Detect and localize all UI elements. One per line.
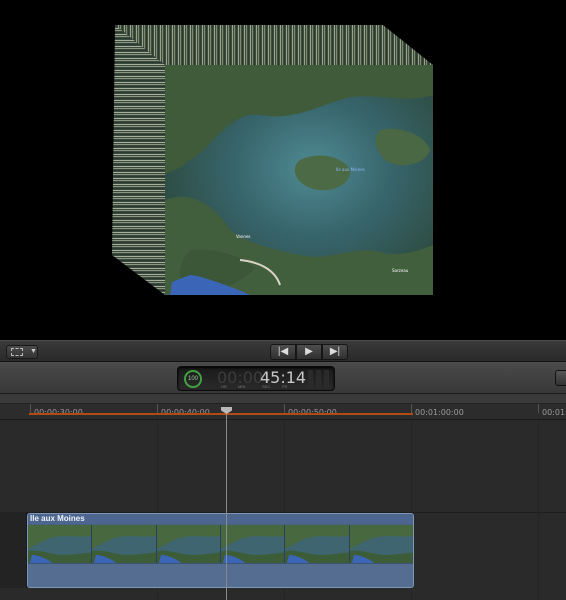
timeline-ruler[interactable]: 00:00:30:00 00:00:40:00 00:00:50:00 00:0… <box>0 394 566 420</box>
audio-meter <box>308 370 330 388</box>
range-selection[interactable] <box>29 413 413 415</box>
playback-controls: |◀ ▶ ▶| <box>270 344 348 360</box>
track-header <box>0 512 27 588</box>
ruler-tick <box>30 404 31 413</box>
background-task-indicator[interactable]: 100 <box>184 370 202 388</box>
viewer-display-button[interactable]: ▼ <box>6 345 38 359</box>
ruler-tick <box>157 404 158 413</box>
ruler-header <box>0 394 566 404</box>
map-label: Sarzeau <box>392 268 409 273</box>
timeline[interactable]: Ile aux Moines <box>0 420 566 600</box>
clip-thumbnail <box>285 525 350 563</box>
clip-thumbnail <box>156 525 221 563</box>
transport-bar: ▼ |◀ ▶ ▶| <box>0 340 566 362</box>
clip-filmstrip <box>28 525 413 563</box>
clip-title: Ile aux Moines <box>30 514 85 523</box>
timecode-label: FR <box>282 384 288 389</box>
toolbar: 100 00:00: 45:14 HR MIN SEC FR <box>0 362 566 394</box>
cube-top-face <box>115 25 433 65</box>
viewer: Vannes Ile aux Moines Sarzeau <box>0 0 566 340</box>
clip-thumbnail <box>220 525 286 563</box>
cube-preview: Vannes Ile aux Moines Sarzeau <box>112 25 433 295</box>
clip-header: Ile aux Moines <box>28 514 413 524</box>
video-editor: Vannes Ile aux Moines Sarzeau ▼ |◀ ▶ ▶| … <box>0 0 566 600</box>
skip-forward-icon: ▶| <box>329 346 341 357</box>
skip-back-icon: |◀ <box>277 346 289 357</box>
grid-line <box>538 420 539 600</box>
map-label: Vannes <box>236 234 251 239</box>
timecode-label: SEC <box>262 384 271 389</box>
playhead[interactable] <box>226 408 227 600</box>
play-button[interactable]: ▶ <box>296 344 322 360</box>
play-icon: ▶ <box>305 346 313 357</box>
timecode-label: MIN <box>238 384 246 389</box>
clip-thumbnail <box>349 525 413 563</box>
clip-audio-waveform <box>28 563 413 587</box>
skip-back-button[interactable]: |◀ <box>270 344 296 360</box>
cube-side-face <box>112 25 165 295</box>
timecode-label: HR <box>221 384 227 389</box>
ruler-tick <box>284 404 285 413</box>
skip-forward-button[interactable]: ▶| <box>322 344 348 360</box>
clip-thumbnail <box>28 525 93 563</box>
clip-thumbnail <box>92 525 157 563</box>
ruler-tick <box>538 404 539 413</box>
chevron-down-icon: ▼ <box>30 348 37 355</box>
ruler-label: 00:01:00:00 <box>415 408 464 417</box>
toolbar-button[interactable] <box>555 370 566 386</box>
video-clip[interactable]: Ile aux Moines <box>27 513 414 588</box>
viewer-display-icon <box>11 348 23 356</box>
ruler-label: 00:01:10:00 <box>542 408 566 417</box>
ruler-tick <box>411 404 412 413</box>
map-label: Ile aux Moines <box>336 167 365 172</box>
dashboard[interactable]: 100 00:00: 45:14 HR MIN SEC FR <box>177 366 335 391</box>
